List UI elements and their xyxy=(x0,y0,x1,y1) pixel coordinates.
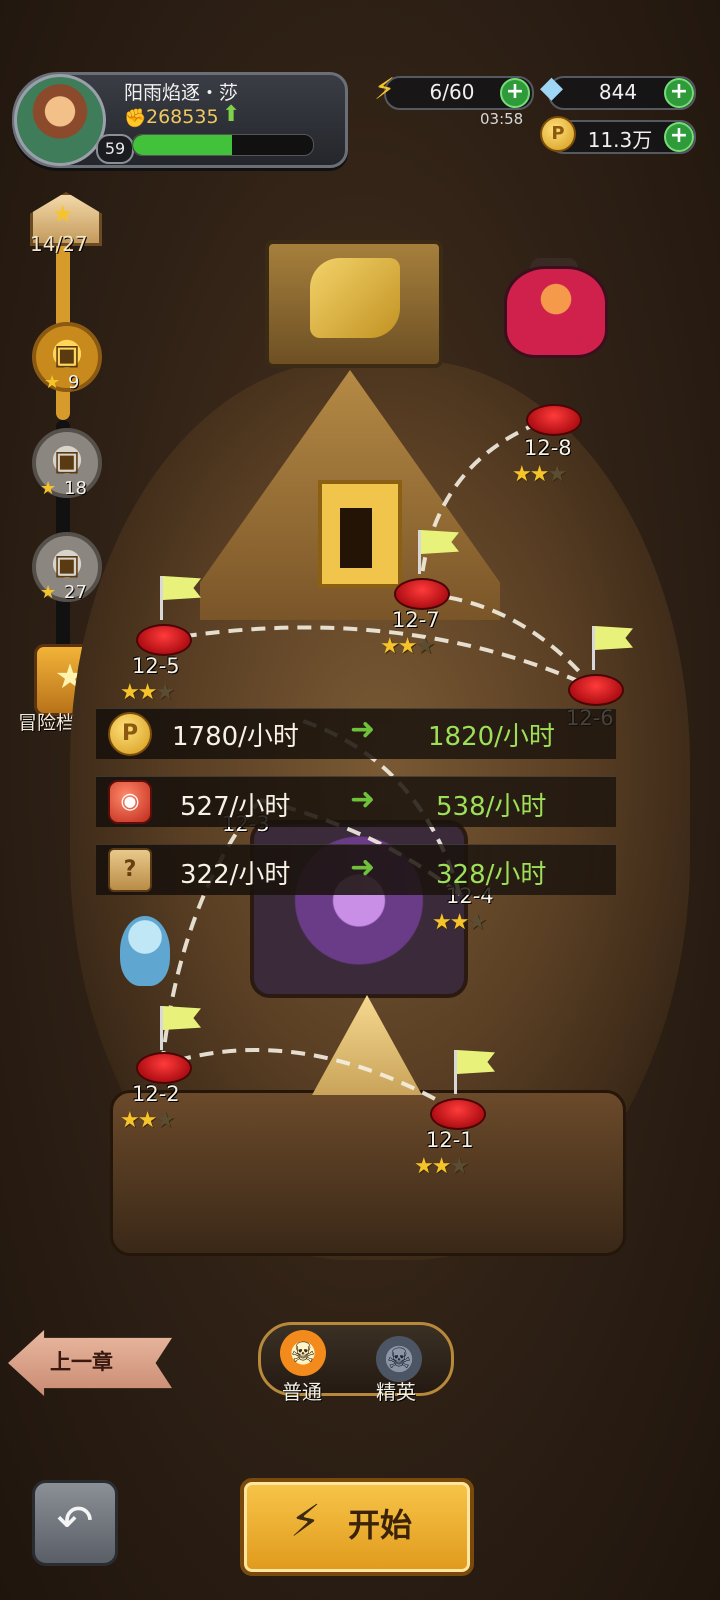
income-current: 527/小时 xyxy=(180,792,291,822)
flag-pole xyxy=(160,576,163,620)
stage-stars: ★★★ xyxy=(414,1154,469,1179)
stage-label: 12-8 xyxy=(524,436,572,460)
stage-node-12-6[interactable] xyxy=(568,674,624,706)
stage-node-12-7[interactable] xyxy=(394,578,450,610)
back-arrow-icon: ↶ xyxy=(56,1496,94,1547)
stage-node-12-1[interactable] xyxy=(430,1098,486,1130)
income-next: 1820/小时 xyxy=(428,722,555,752)
flaming-skull-icon[interactable]: ☠ xyxy=(280,1330,326,1376)
stage-label: 12-5 xyxy=(132,654,180,678)
stage-label: 12-1 xyxy=(426,1128,474,1152)
coin-icon: P xyxy=(108,712,152,756)
lightning-icon: ⚡ xyxy=(290,1496,321,1547)
stage-stars: ★★★ xyxy=(432,910,487,935)
stage-stars: ★★★ xyxy=(120,1108,175,1133)
stage-stars: ★★★ xyxy=(380,634,435,659)
income-current: 322/小时 xyxy=(180,860,291,890)
stage-node-12-2[interactable] xyxy=(136,1052,192,1084)
income-next: 538/小时 xyxy=(436,792,547,822)
start-button-label: 开始 xyxy=(348,1506,413,1544)
mode-normal-label: 普通 xyxy=(282,1380,322,1404)
stage-node-12-8[interactable] xyxy=(526,404,582,436)
stage-node-12-5[interactable] xyxy=(136,624,192,656)
stage-stars: ★★★ xyxy=(512,462,567,487)
flag-pole xyxy=(160,1006,163,1050)
stage-label: 12-7 xyxy=(392,608,440,632)
flag-pole xyxy=(454,1050,457,1094)
stage-stars: ★★★ xyxy=(120,680,175,705)
arrow-right-icon: ➜ xyxy=(350,712,376,747)
stage-label: 12-2 xyxy=(132,1082,180,1106)
flag-pole xyxy=(418,530,421,574)
arrow-right-icon: ➜ xyxy=(350,782,376,817)
scroll-icon: ? xyxy=(108,848,152,892)
back-button[interactable]: ↶ xyxy=(32,1480,118,1566)
income-current: 1780/小时 xyxy=(172,722,299,752)
flag-pole xyxy=(592,626,595,670)
arrow-right-icon: ➜ xyxy=(350,850,376,885)
previous-chapter-label: 上一章 xyxy=(50,1350,113,1374)
mode-elite-label: 精英 xyxy=(376,1380,416,1404)
income-next: 328/小时 xyxy=(436,860,547,890)
jar-icon: ◉ xyxy=(108,780,152,824)
